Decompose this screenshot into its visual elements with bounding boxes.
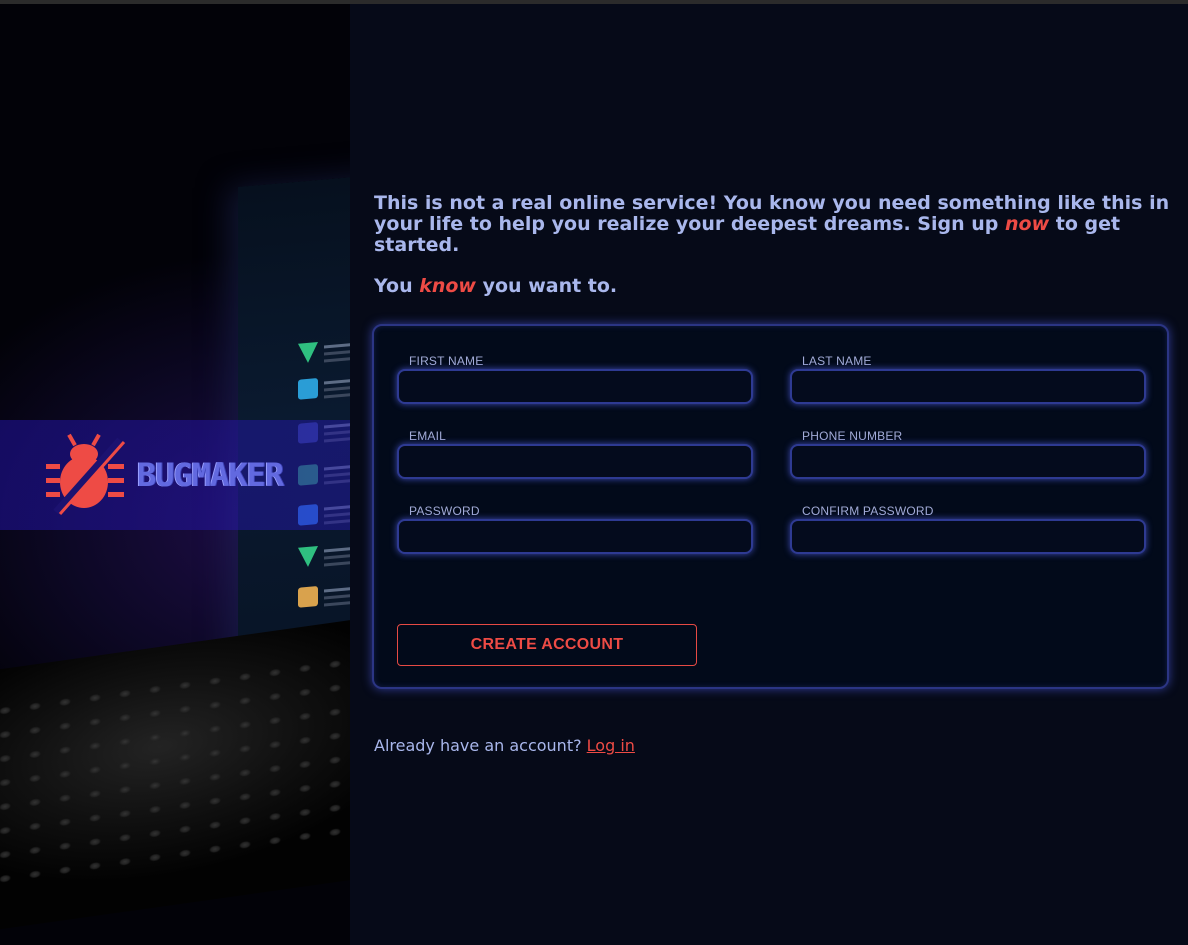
brand-wordmark: BUGMAKER <box>137 456 284 494</box>
hero-image: BUGMAKER <box>0 4 350 945</box>
login-prompt: Already have an account? Log in <box>374 736 635 755</box>
tagline-text-part: You <box>374 275 420 297</box>
extension-item <box>298 578 350 626</box>
last-name-label: LAST NAME <box>802 354 872 368</box>
email-label: EMAIL <box>409 429 447 443</box>
login-link[interactable]: Log in <box>587 736 635 755</box>
first-name-input[interactable] <box>397 369 753 404</box>
intro-tagline: You know you want to. <box>374 276 1174 297</box>
create-account-button[interactable]: CREATE ACCOUNT <box>397 624 697 666</box>
confirm-password-input[interactable] <box>790 519 1146 554</box>
laptop-keyboard <box>0 613 350 935</box>
password-label: PASSWORD <box>409 504 480 518</box>
tagline-emphasis-know: know <box>419 275 476 297</box>
intro-text: This is not a real online service! You k… <box>374 193 1174 297</box>
extension-item <box>298 538 350 586</box>
email-input[interactable] <box>397 444 753 479</box>
tagline-text-part: you want to. <box>476 275 618 297</box>
bug-icon <box>46 433 126 515</box>
login-prompt-text: Already have an account? <box>374 736 587 755</box>
signup-form: FIRST NAME LAST NAME EMAIL PHONE NUMBER … <box>372 324 1169 689</box>
phone-number-input[interactable] <box>790 444 1146 479</box>
phone-number-label: PHONE NUMBER <box>802 429 903 443</box>
last-name-input[interactable] <box>790 369 1146 404</box>
intro-paragraph: This is not a real online service! You k… <box>374 193 1174 256</box>
confirm-password-label: CONFIRM PASSWORD <box>802 504 934 518</box>
password-input[interactable] <box>397 519 753 554</box>
brand-banner: BUGMAKER <box>0 420 350 530</box>
first-name-label: FIRST NAME <box>409 354 484 368</box>
intro-emphasis-now: now <box>1005 213 1050 235</box>
extension-item <box>298 370 350 418</box>
